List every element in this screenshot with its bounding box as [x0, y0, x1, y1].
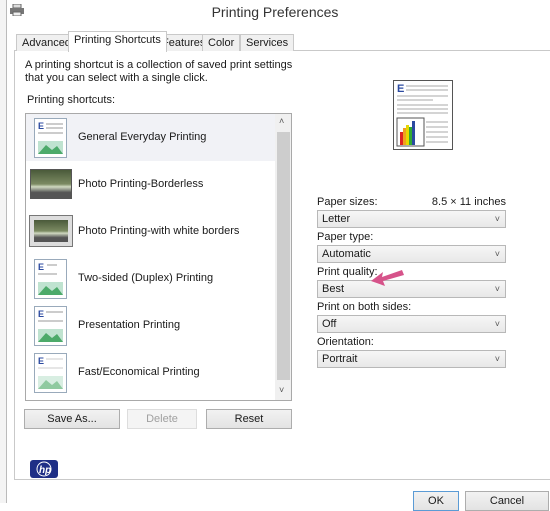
- shortcuts-list[interactable]: E General Everyday Printing Photo Printi…: [25, 113, 292, 401]
- document-icon: E: [34, 118, 67, 158]
- photo-icon: [30, 169, 72, 199]
- chevron-down-icon: ˅: [494, 319, 500, 329]
- scroll-down-icon[interactable]: ˅: [279, 385, 284, 395]
- list-item[interactable]: E Presentation Printing: [26, 302, 275, 349]
- chevron-down-icon: ˅: [494, 284, 500, 294]
- svg-text:E: E: [38, 356, 44, 366]
- svg-text:E: E: [397, 83, 404, 95]
- photo-bordered-icon: [29, 215, 73, 247]
- description-text: A printing shortcut is a collection of s…: [25, 59, 293, 84]
- chevron-down-icon: ˅: [494, 249, 500, 259]
- selected-value: Portrait: [322, 353, 358, 365]
- selected-value: Automatic: [322, 248, 371, 260]
- list-item[interactable]: E General Everyday Printing: [26, 114, 275, 161]
- selected-value: Letter: [322, 213, 351, 225]
- paper-type-dropdown[interactable]: Automatic ˅: [317, 245, 506, 263]
- chevron-down-icon: ˅: [494, 214, 500, 224]
- paper-type-label: Paper type:: [317, 231, 374, 243]
- svg-text:hp: hp: [39, 465, 51, 476]
- list-item[interactable]: Photo Printing-with white borders: [26, 208, 275, 255]
- save-as-button[interactable]: Save As...: [24, 409, 120, 429]
- window-title: Printing Preferences: [211, 4, 339, 20]
- duplex-icon: E: [34, 259, 67, 299]
- print-quality-dropdown[interactable]: Best ˅: [317, 280, 506, 298]
- shortcuts-label: Printing shortcuts:: [27, 94, 116, 106]
- ok-button[interactable]: OK: [413, 491, 459, 511]
- svg-text:E: E: [38, 309, 44, 319]
- selected-value: Off: [322, 318, 337, 330]
- list-item-label: Photo Printing-Borderless: [78, 178, 204, 190]
- list-item-label: Photo Printing-with white borders: [78, 225, 240, 237]
- orientation-label: Orientation:: [317, 336, 374, 348]
- scroll-up-icon[interactable]: ˄: [279, 116, 284, 126]
- scrollbar-thumb[interactable]: [277, 132, 290, 380]
- selected-value: Best: [322, 283, 345, 295]
- paper-sizes-dropdown[interactable]: Letter ˅: [317, 210, 506, 228]
- window-left-edge: [0, 0, 7, 503]
- tab-services[interactable]: Services: [240, 34, 295, 51]
- document-icon: E: [34, 353, 67, 393]
- list-item[interactable]: Photo Printing-Borderless: [26, 161, 275, 208]
- both-sides-dropdown[interactable]: Off ˅: [317, 315, 506, 333]
- tab-printing-shortcuts[interactable]: Printing Shortcuts: [68, 31, 167, 52]
- list-item-label: Fast/Economical Printing: [78, 366, 200, 378]
- reset-button[interactable]: Reset: [206, 409, 292, 429]
- list-item-label: General Everyday Printing: [78, 131, 207, 143]
- list-item[interactable]: E Fast/Economical Printing: [26, 349, 275, 396]
- page-preview: E: [393, 80, 453, 150]
- orientation-dropdown[interactable]: Portrait ˅: [317, 350, 506, 368]
- svg-text:E: E: [38, 262, 44, 272]
- delete-button[interactable]: Delete: [127, 409, 197, 429]
- both-sides-label: Print on both sides:: [317, 301, 412, 313]
- list-item[interactable]: E Two-sided (Duplex) Printing: [26, 255, 275, 302]
- list-item-label: Presentation Printing: [78, 319, 181, 331]
- tab-color[interactable]: Color: [202, 34, 241, 51]
- chevron-down-icon: ˅: [494, 354, 500, 364]
- annotation-arrow-icon: [368, 266, 408, 290]
- cancel-button[interactable]: Cancel: [465, 491, 549, 511]
- paper-dimension: 8.5 × 11 inches: [431, 196, 506, 208]
- svg-text:E: E: [38, 121, 44, 131]
- list-item-label: Two-sided (Duplex) Printing: [78, 272, 214, 284]
- paper-sizes-label: Paper sizes:: [317, 196, 378, 208]
- document-icon: E: [34, 306, 67, 346]
- hp-logo: hp: [30, 460, 58, 478]
